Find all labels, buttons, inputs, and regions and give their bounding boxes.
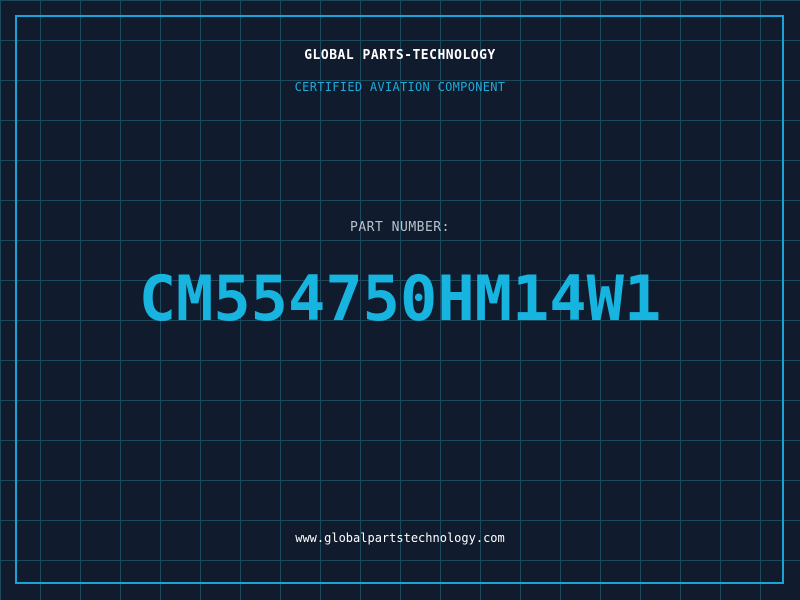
website-url: www.globalpartstechnology.com <box>295 531 505 545</box>
certification-subtitle: CERTIFIED AVIATION COMPONENT <box>294 80 506 94</box>
company-name: GLOBAL PARTS-TECHNOLOGY <box>304 48 496 63</box>
part-number-label: PART NUMBER: <box>350 220 450 235</box>
part-number-value: CM554750HM14W1 <box>138 262 662 335</box>
label-card: GLOBAL PARTS-TECHNOLOGY CERTIFIED AVIATI… <box>0 0 800 600</box>
